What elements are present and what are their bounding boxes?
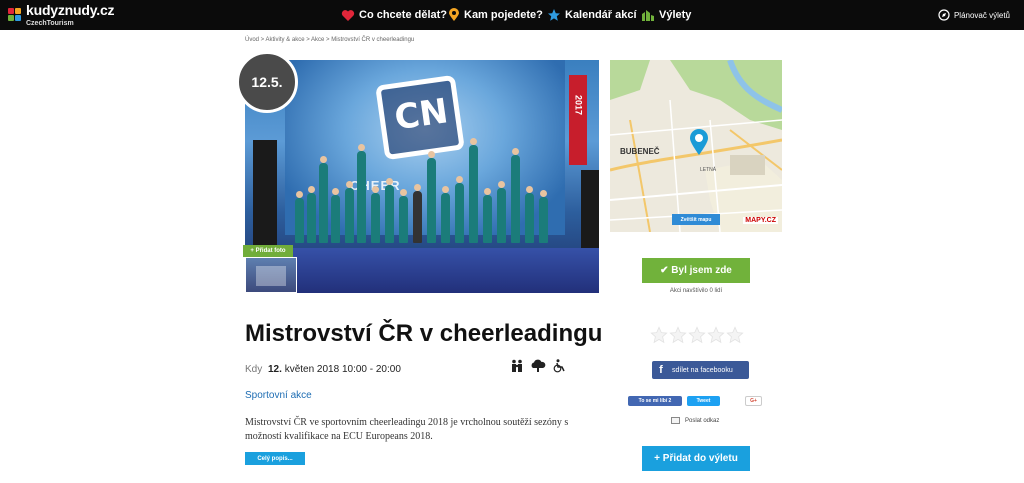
site-logo[interactable]: kudyznudy.cz CzechTourism <box>8 2 115 27</box>
nav-event-calendar[interactable]: Kalendář akcí <box>547 0 637 30</box>
send-link[interactable]: Poslat odkaz <box>671 417 719 424</box>
visited-count: Akci navštívilo 0 lidí <box>669 288 723 294</box>
map-pin-icon <box>449 8 459 21</box>
event-datetime: 12. květen 2018 10:00 - 20:00 <box>268 364 401 375</box>
nav-label: Co chcete dělat? <box>359 9 448 21</box>
stage-floor <box>245 248 599 293</box>
photo-thumbnail[interactable] <box>245 257 297 293</box>
event-feature-icons <box>510 359 566 373</box>
event-date-rest: květen 2018 10:00 - 20:00 <box>284 364 401 375</box>
facebook-share-button[interactable]: f sdílet na facebooku <box>652 361 749 379</box>
rating-star-icon[interactable] <box>707 326 725 344</box>
nav-label: Výlety <box>659 9 692 21</box>
event-logo-text: CN <box>392 91 451 139</box>
compass-icon <box>938 9 950 21</box>
year-banner: 2017 <box>569 75 587 165</box>
google-plus-button[interactable]: G+ <box>745 396 762 406</box>
cheerleaders-group <box>285 138 555 243</box>
year-banner-text: 2017 <box>573 95 584 116</box>
map-provider-logo: MAPY.CZ <box>743 217 778 224</box>
rating-star-icon[interactable] <box>669 326 687 344</box>
been-here-button[interactable]: ✔ Byl jsem zde <box>642 258 750 283</box>
map-marker-icon <box>690 129 708 155</box>
family-icon <box>512 359 522 372</box>
when-label: Kdy <box>245 364 263 375</box>
event-category-link[interactable]: Sportovní akce <box>245 390 312 401</box>
facebook-like-button[interactable]: To se mi líbí 2 <box>628 396 682 406</box>
map-district-label: BUBENEČ <box>620 147 660 156</box>
tweet-button[interactable]: Tweet <box>687 396 720 406</box>
wheelchair-icon <box>553 359 565 373</box>
breadcrumb[interactable]: Úvod > Aktivity & akce > Akce > Mistrovs… <box>245 37 414 43</box>
send-link-label: Poslat odkaz <box>685 417 720 424</box>
top-navigation-bar: kudyznudy.cz CzechTourism Co chcete děla… <box>0 0 1024 30</box>
event-map[interactable]: BUBENEČ LETNÁ Zvětšit mapu MAPY.CZ <box>610 60 782 232</box>
add-photo-button[interactable]: + Přidat foto <box>243 245 293 257</box>
event-title: Mistrovství ČR v cheerleadingu <box>245 320 603 347</box>
trip-planner-link[interactable]: Plánovač výletů <box>938 0 1010 30</box>
planner-label: Plánovač výletů <box>953 10 1010 20</box>
event-photo[interactable]: CN 2017 CHEER <box>245 60 599 293</box>
weather-icon <box>531 359 546 372</box>
nav-where-to-go[interactable]: Kam pojedete? <box>448 0 543 30</box>
logo-mark-icon <box>8 8 22 22</box>
nav-trips[interactable]: Výlety <box>641 0 691 30</box>
trip-icon <box>642 9 654 21</box>
facebook-icon: f <box>659 364 663 376</box>
full-description-button[interactable]: Celý popis... <box>245 452 305 465</box>
rating-star-icon[interactable] <box>726 326 744 344</box>
event-day: 12. <box>268 364 282 375</box>
enlarge-map-button[interactable]: Zvětšit mapu <box>672 214 720 225</box>
map-area-label: LETNÁ <box>700 167 717 173</box>
add-to-trip-button[interactable]: + Přidat do výletu <box>642 446 750 471</box>
logo-subtext: CzechTourism <box>26 20 74 27</box>
nav-what-to-do[interactable]: Co chcete dělat? <box>341 0 447 30</box>
rating-stars[interactable] <box>650 326 744 344</box>
heart-icon <box>341 9 355 21</box>
envelope-icon <box>671 417 680 424</box>
event-description: Mistrovství ČR ve sportovním cheerleadin… <box>245 417 569 442</box>
facebook-share-label: sdílet na facebooku <box>672 366 733 374</box>
nav-label: Kam pojedete? <box>464 9 543 21</box>
logo-text: kudyznudy.cz <box>26 2 115 18</box>
rating-star-icon[interactable] <box>650 326 668 344</box>
rating-star-icon[interactable] <box>688 326 706 344</box>
event-date-badge: 12.5. <box>236 51 298 113</box>
nav-label: Kalendář akcí <box>565 9 637 21</box>
star-icon <box>548 9 560 21</box>
